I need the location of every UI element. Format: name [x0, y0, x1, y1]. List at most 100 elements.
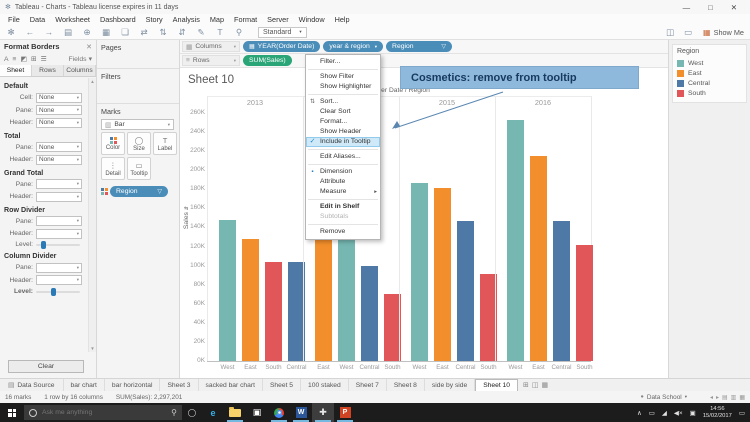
legend-item-east[interactable]: East — [677, 68, 742, 78]
highlight-icon[interactable]: ✎ — [196, 27, 206, 38]
new-story-button[interactable]: ▦ — [542, 381, 549, 389]
x-axis-label[interactable]: South — [477, 364, 500, 371]
format-scrollbar[interactable]: ▲ ▼ — [88, 78, 96, 352]
scroll-up-icon[interactable]: ▲ — [90, 79, 94, 84]
sheet-tab-sheet-10[interactable]: Sheet 10 — [475, 379, 518, 391]
new-dashboard-button[interactable]: ◫ — [532, 381, 539, 389]
sort-ascending-icon[interactable]: ⇅ — [158, 27, 168, 38]
tableau-logo-icon[interactable]: ✻ — [6, 27, 16, 38]
legend-item-central[interactable]: Central — [677, 78, 742, 88]
x-axis-label[interactable]: East — [312, 364, 335, 371]
marks-region-pill[interactable]: Region ▽ — [110, 186, 168, 197]
year-order-date-pill[interactable]: ▦ YEAR(Order Date) — [243, 41, 320, 52]
scroll-down-icon[interactable]: ▼ — [90, 346, 94, 351]
border-select[interactable]: ▾ — [36, 263, 82, 273]
border-select[interactable]: None▾ — [36, 105, 82, 115]
close-button[interactable]: ✕ — [731, 3, 737, 12]
alignment-icon[interactable]: ≡ — [13, 56, 17, 63]
signed-in-user[interactable]: ● Data School ▾ — [641, 394, 687, 401]
x-axis-label[interactable]: East — [239, 364, 262, 371]
word-taskbar-button[interactable]: W — [290, 403, 312, 422]
border-select[interactable]: None▾ — [36, 155, 82, 165]
show-me-button[interactable]: ▦ Show Me — [703, 28, 744, 37]
color-button[interactable]: Color — [101, 132, 125, 155]
battery-icon[interactable]: ▭ — [649, 409, 655, 417]
x-axis-label[interactable]: East — [527, 364, 550, 371]
bar-2013-east[interactable] — [242, 239, 259, 361]
level-slider[interactable] — [36, 244, 80, 246]
menu-map[interactable]: Map — [205, 15, 229, 24]
sheet-tab-sheet-3[interactable]: Sheet 3 — [160, 379, 198, 391]
lines-icon[interactable]: ☰ — [41, 55, 47, 63]
bar-2014-central[interactable] — [361, 266, 378, 361]
menu-file[interactable]: File — [3, 15, 25, 24]
menu-window[interactable]: Window — [294, 15, 330, 24]
x-axis-label[interactable]: Central — [550, 364, 573, 371]
maximize-button[interactable]: □ — [708, 3, 713, 12]
x-axis-label[interactable]: West — [335, 364, 358, 371]
menu-item-include-in-tooltip[interactable]: ✓Include in Tooltip — [306, 137, 380, 147]
sheet-tab-side-by-side[interactable]: side by side — [425, 379, 475, 391]
borders-icon[interactable]: ⊞ — [31, 55, 37, 63]
legend-item-south[interactable]: South — [677, 88, 742, 98]
border-select[interactable]: ▾ — [36, 275, 82, 285]
clear-button[interactable]: Clear — [8, 360, 84, 373]
menu-dashboard[interactable]: Dashboard — [95, 15, 141, 24]
search-input[interactable] — [42, 409, 150, 416]
cortana-search[interactable]: ⚲ — [24, 405, 182, 420]
menu-data[interactable]: Data — [25, 15, 50, 24]
view-grid-icon[interactable]: ▤ — [722, 394, 728, 401]
sheet-tab-sheet-8[interactable]: Sheet 8 — [387, 379, 425, 391]
bar-2016-west[interactable] — [507, 120, 524, 361]
border-select[interactable]: ▾ — [36, 179, 82, 189]
network-icon[interactable]: ◢ — [662, 409, 667, 417]
pages-shelf[interactable]: Pages — [97, 40, 179, 69]
menu-story[interactable]: Story — [141, 15, 168, 24]
bar-2016-central[interactable] — [553, 221, 570, 361]
border-select[interactable]: None▾ — [36, 118, 82, 128]
microphone-icon[interactable]: ⚲ — [171, 408, 177, 417]
menu-item-show-header[interactable]: Show Header — [306, 127, 380, 137]
add-data-source-icon[interactable]: ⊕ — [82, 27, 92, 38]
bar-2015-west[interactable] — [411, 183, 428, 361]
sheet-tab-sacked-bar-chart[interactable]: sacked bar chart — [199, 379, 263, 391]
x-axis-label[interactable]: East — [431, 364, 454, 371]
x-axis-label[interactable]: West — [408, 364, 431, 371]
region-filter-pill[interactable]: Region ▽ — [386, 41, 452, 52]
chrome-taskbar-button[interactable] — [268, 403, 290, 422]
year-and-region-pill[interactable]: year & region ▾ — [323, 41, 383, 52]
volume-muted-icon[interactable]: ◀× — [674, 409, 683, 417]
columns-shelf[interactable]: ▦ Columns ▾ ▦ YEAR(Order Date) year & re… — [180, 40, 668, 54]
menu-item-clear-sort[interactable]: Clear Sort — [306, 107, 380, 117]
x-axis-label[interactable]: Central — [454, 364, 477, 371]
menu-analysis[interactable]: Analysis — [168, 15, 205, 24]
close-icon[interactable]: ✕ — [86, 43, 92, 51]
shading-icon[interactable]: ◩ — [21, 55, 27, 63]
menu-worksheet[interactable]: Worksheet — [50, 15, 95, 24]
view-list-icon[interactable]: ▥ — [731, 394, 737, 401]
action-center-icon[interactable]: ▭ — [739, 409, 745, 417]
minimize-button[interactable]: — — [683, 3, 691, 12]
bar-2013-west[interactable] — [219, 220, 236, 361]
redo-icon[interactable]: → — [44, 27, 54, 37]
label-button[interactable]: TLabel — [153, 132, 177, 155]
bar-2016-south[interactable] — [576, 245, 593, 361]
bar-2014-west[interactable] — [338, 227, 355, 361]
sheet-tab-bar-chart[interactable]: bar chart — [64, 379, 105, 391]
show-hide-cards-icon[interactable]: ◫ — [665, 27, 675, 38]
bar-2015-central[interactable] — [457, 221, 474, 361]
undo-icon[interactable]: ← — [25, 27, 35, 37]
menu-server[interactable]: Server — [262, 15, 294, 24]
bar-2015-east[interactable] — [434, 188, 451, 361]
x-axis-label[interactable]: Central — [285, 364, 308, 371]
x-axis-label[interactable]: West — [216, 364, 239, 371]
format-tab-columns[interactable]: Columns — [64, 65, 96, 76]
x-axis-label[interactable]: South — [262, 364, 285, 371]
new-worksheet-button[interactable]: ⊞ — [523, 381, 529, 389]
menu-item-filter[interactable]: Filter... — [306, 57, 380, 67]
edge-taskbar-button[interactable]: e — [202, 403, 224, 422]
menu-format[interactable]: Format — [229, 15, 262, 24]
sheet-tab-bar-horizontal[interactable]: bar horizontal — [105, 379, 161, 391]
store-taskbar-button[interactable]: ▣ — [246, 403, 268, 422]
border-select[interactable]: None▾ — [36, 93, 82, 103]
